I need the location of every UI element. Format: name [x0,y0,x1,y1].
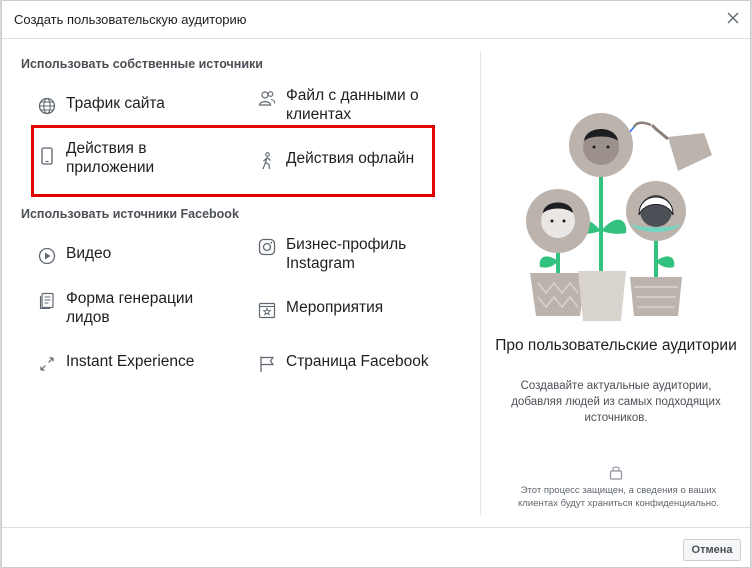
play-icon [38,247,56,265]
option-facebook-page[interactable]: Страница Facebook [258,352,458,373]
info-panel: Про пользовательские аудитории Создавайт… [481,39,751,527]
facebook-sources-heading: Использовать источники Facebook [21,207,239,221]
sources-panel: Использовать собственные источники Трафи… [2,39,480,527]
info-description: Создавайте актуальные аудитории, добавля… [511,380,721,424]
lock-icon [609,466,623,480]
option-label: Instant Experience [66,353,195,370]
option-instagram[interactable]: Бизнес-профиль Instagram [258,235,458,273]
option-label: Файл с данными о клиентах [286,87,419,123]
option-video[interactable]: Видео [38,244,238,265]
globe-icon [38,97,56,115]
watering-can-icon [632,121,712,171]
expand-arrows-icon [40,357,54,371]
event-star-icon [258,302,276,319]
option-customer-file[interactable]: Файл с данными о клиентах [258,86,458,124]
option-label: Страница Facebook [286,353,429,370]
cancel-button[interactable]: Отмена [683,539,741,561]
custom-audience-dialog: Создать пользовательскую аудиторию Испол… [1,0,751,568]
close-icon[interactable] [724,9,742,27]
instagram-icon [258,238,276,256]
option-events[interactable]: Мероприятия [258,298,458,319]
form-icon [39,292,54,310]
flowers-illustration [526,113,712,321]
option-label: Форма генерации лидов [66,290,194,326]
option-label: Мероприятия [286,299,384,316]
option-website-traffic[interactable]: Трафик сайта [38,94,238,115]
info-title: Про пользовательские аудитории [495,337,737,354]
own-sources-heading: Использовать собственные источники [21,57,263,71]
highlight-box [31,125,435,197]
option-label: Бизнес-профиль Instagram [286,236,407,272]
people-icon [258,91,276,106]
option-label: Трафик сайта [66,95,165,112]
privacy-note: Этот процесс защищен, а сведения о ваших… [518,485,719,509]
flag-icon [260,356,275,372]
dialog-header: Создать пользовательскую аудиторию [2,1,750,39]
dialog-footer: Отмена [2,527,750,567]
option-label: Видео [66,245,112,262]
option-lead-form[interactable]: Форма генерации лидов [38,289,238,327]
dialog-title: Создать пользовательскую аудиторию [14,12,247,27]
option-instant-experience[interactable]: Instant Experience [38,352,238,373]
